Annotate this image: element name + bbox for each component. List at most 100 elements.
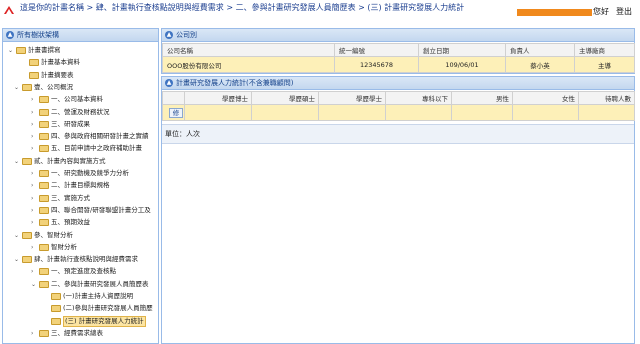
column-header: 女性	[512, 91, 579, 105]
greeting: 您好	[593, 7, 609, 16]
chevron-right-icon[interactable]: ›	[31, 193, 38, 204]
company-panel-title-label: 公司別	[176, 31, 197, 39]
column-header: 負責人	[505, 43, 575, 57]
tree-node-label: 計畫書撰寫	[28, 46, 61, 54]
folder-icon	[39, 268, 49, 276]
action-cell: 修	[162, 104, 185, 121]
breadcrumb-separator: >	[358, 3, 365, 12]
folder-icon	[39, 120, 49, 128]
unit-label: 單位：人次	[162, 124, 634, 144]
chevron-down-icon[interactable]: ⌄	[8, 45, 15, 56]
tree-node-label: 一、研究動機及競爭力分析	[51, 169, 129, 177]
tree-node-label: 二、計畫目標與規格	[51, 181, 110, 190]
tree-node-label: 壹、公司概況	[34, 82, 73, 91]
chevron-right-icon[interactable]: ›	[31, 217, 38, 228]
folder-icon	[16, 47, 26, 54]
bachelors-cell[interactable]	[318, 104, 386, 121]
folder-icon	[39, 219, 49, 227]
folder-icon	[51, 293, 61, 300]
tree-node-label: 一、預定進度及查核點	[51, 267, 116, 276]
chevron-down-icon[interactable]: ⌄	[14, 82, 21, 93]
column-header: 學歷學士	[318, 91, 386, 105]
column-header: 學歷博士	[184, 91, 252, 105]
folder-icon	[22, 231, 32, 239]
folder-icon	[51, 305, 61, 313]
folder-icon	[39, 280, 49, 288]
masters-cell[interactable]	[251, 104, 319, 121]
action-column-header	[162, 91, 185, 105]
chevron-right-icon[interactable]: ›	[31, 180, 38, 191]
tree-node-label: 二、營運及財務狀況	[51, 107, 110, 116]
chevron-down-icon[interactable]: ⌄	[31, 279, 38, 290]
tree-node-label: 三、經費需求總表	[51, 328, 103, 337]
phd-cell[interactable]	[184, 104, 252, 121]
edit-button[interactable]: 修	[169, 107, 183, 118]
chevron-right-icon[interactable]: ›	[31, 205, 38, 216]
breadcrumb-separator: >	[86, 3, 94, 12]
collapse-up-icon[interactable]: ▲	[165, 79, 173, 87]
tree-panel: ▲ 所有樹狀架構 ⌄ 計畫書撰寫 計畫基本資料 計畫摘要表 ⌄ 壹、公司概況 › 一、公司基本…	[2, 28, 159, 344]
logout-link[interactable]: 登出	[616, 6, 632, 17]
chevron-right-icon[interactable]: ›	[31, 119, 38, 130]
folder-icon	[39, 194, 49, 202]
chevron-right-icon[interactable]: ›	[31, 242, 38, 253]
collapse-up-icon[interactable]: ▲	[165, 31, 173, 39]
chevron-right-icon[interactable]: ›	[31, 94, 38, 105]
column-header: 公司名稱	[162, 43, 335, 57]
column-header: 創立日期	[418, 43, 506, 57]
chevron-right-icon[interactable]: ›	[31, 131, 38, 142]
column-header: 統一編號	[334, 43, 419, 57]
chevron-right-icon[interactable]: ›	[31, 107, 38, 118]
logo-icon	[4, 6, 14, 14]
collapse-up-icon[interactable]: ▲	[6, 31, 14, 39]
folder-icon	[39, 108, 49, 116]
table-row: 修	[162, 104, 635, 121]
tree-panel-title-label: 所有樹狀架構	[17, 31, 59, 39]
column-header: 專科以下	[385, 91, 452, 105]
column-header: 待聘人數	[578, 91, 635, 105]
stats-panel-title: ▲ 計畫研究發展人力統計(不含兼職顧問)	[162, 77, 634, 90]
pending-hire-cell[interactable]	[578, 104, 635, 121]
tree-node-label: 四、參與政府相關研發計畫之實績	[51, 132, 149, 141]
chevron-right-icon[interactable]: ›	[31, 168, 38, 179]
female-cell[interactable]	[512, 104, 579, 121]
tree-node-label: 五、預期效益	[51, 218, 90, 227]
table-row[interactable]: OOO股份有限公司 12345678 109/06/01 蔡小英 主導	[162, 56, 635, 73]
chevron-down-icon[interactable]: ⌄	[14, 230, 21, 241]
tree-node-label: 三、實施方式	[51, 193, 90, 202]
company-panel-title: ▲ 公司別	[162, 29, 634, 42]
chevron-down-icon[interactable]: ⌄	[14, 156, 21, 167]
owner-cell: 蔡小英	[505, 56, 575, 73]
folder-icon	[39, 145, 49, 153]
folder-icon	[29, 71, 39, 79]
stats-panel-title-label: 計畫研究發展人力統計(不含兼職顧問)	[176, 79, 294, 87]
male-cell[interactable]	[451, 104, 513, 121]
tree-node-label: 參、智財分析	[34, 230, 73, 239]
main-content: ▲ 公司別 公司名稱 統一編號 創立日期 負責人 主導廠商 OOO股份有限公司 …	[161, 28, 635, 344]
chevron-right-icon[interactable]: ›	[31, 328, 38, 339]
column-header: 主導廠商	[574, 43, 635, 57]
tree-node-label: 智財分析	[51, 242, 77, 251]
header: 這是你的計畫名稱 > 肆、計畫執行查核點說明與經費需求 > 二、參與計畫研究發展…	[0, 0, 640, 26]
tree-node-label: 五、目前申請中之政府補助計畫	[51, 144, 142, 153]
below-college-cell[interactable]	[385, 104, 452, 121]
chevron-right-icon[interactable]: ›	[31, 143, 38, 154]
folder-icon	[22, 256, 32, 264]
column-header: 學歷碩士	[251, 91, 319, 105]
breadcrumb-item[interactable]: 二、參與計畫研究發展人員簡歷表	[236, 3, 356, 12]
breadcrumb-separator: >	[226, 3, 234, 12]
tree-node-label: (二)參與計畫研究發展人員簡歷	[63, 304, 153, 313]
founded-date-cell: 109/06/01	[418, 56, 506, 73]
breadcrumb-item[interactable]: 肆、計畫執行查核點說明與經費需求	[96, 3, 224, 12]
folder-icon	[39, 182, 49, 190]
chevron-down-icon[interactable]: ⌄	[14, 254, 21, 265]
tree-node-label: 肆、計畫執行查核點說明與經費需求	[34, 255, 138, 264]
breadcrumb-item[interactable]: 這是你的計畫名稱	[20, 3, 84, 12]
tree-node-label: 計畫基本資料	[41, 58, 80, 67]
tree-panel-title: ▲ 所有樹狀架構	[3, 29, 158, 42]
breadcrumb-item[interactable]: (三) 計畫研究發展人力統計	[367, 3, 464, 12]
tree-node-label: 一、公司基本資料	[51, 95, 103, 104]
chevron-right-icon[interactable]: ›	[31, 266, 38, 277]
folder-icon	[39, 133, 49, 141]
folder-icon	[39, 206, 49, 214]
